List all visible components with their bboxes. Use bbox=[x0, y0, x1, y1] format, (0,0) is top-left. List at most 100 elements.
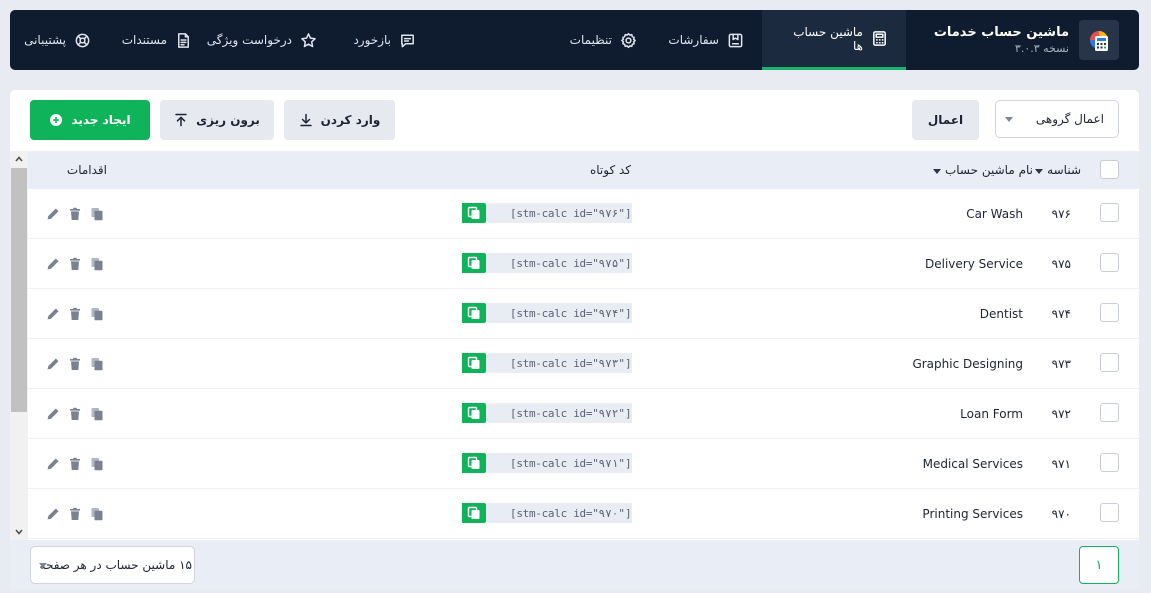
duplicate-icon[interactable] bbox=[90, 357, 104, 371]
nav-settings[interactable]: تنظیمات bbox=[552, 10, 655, 70]
nav-orders-label: سفارشات bbox=[668, 33, 719, 47]
bulk-action-select-value: اعمال گروهی bbox=[1035, 112, 1104, 126]
copy-icon bbox=[467, 256, 481, 270]
nav-support[interactable]: پشتیبانی bbox=[10, 10, 109, 70]
row-shortcode: [stm-calc id="۹۷۶"] bbox=[462, 203, 632, 223]
row-id: ۹۷۵ bbox=[1051, 257, 1071, 271]
chevron-down-icon bbox=[39, 563, 47, 568]
header-name[interactable]: نام ماشین حساب bbox=[932, 151, 1033, 189]
edit-pencil-icon[interactable] bbox=[46, 407, 60, 421]
row-actions bbox=[46, 439, 104, 489]
select-all-checkbox[interactable] bbox=[1100, 160, 1119, 179]
copy-shortcode-button[interactable] bbox=[462, 453, 486, 473]
nav-feature-request[interactable]: درخواست ویژگی bbox=[189, 10, 335, 70]
import-button[interactable]: وارد کردن bbox=[284, 100, 395, 140]
download-icon bbox=[299, 113, 313, 127]
edit-pencil-icon[interactable] bbox=[46, 507, 60, 521]
duplicate-icon[interactable] bbox=[90, 407, 104, 421]
header-id[interactable]: شناسه bbox=[1035, 151, 1081, 189]
table-scrollbar[interactable] bbox=[10, 151, 28, 540]
edit-pencil-icon[interactable] bbox=[46, 307, 60, 321]
delete-trash-icon[interactable] bbox=[68, 357, 82, 371]
per-page-select[interactable]: ۱۵ ماشین حساب در هر صفحه bbox=[30, 546, 195, 584]
copy-shortcode-button[interactable] bbox=[462, 403, 486, 423]
scroll-up-icon[interactable] bbox=[14, 154, 24, 164]
shortcode-text: [stm-calc id="۹۷۵"] bbox=[486, 253, 632, 273]
row-actions bbox=[46, 489, 104, 539]
duplicate-icon[interactable] bbox=[90, 257, 104, 271]
row-checkbox[interactable] bbox=[1100, 303, 1119, 322]
row-name[interactable]: Delivery Service bbox=[803, 239, 1023, 289]
row-shortcode: [stm-calc id="۹۷۱"] bbox=[462, 453, 632, 473]
calculator-icon bbox=[871, 30, 888, 47]
scroll-down-icon[interactable] bbox=[14, 527, 24, 537]
delete-trash-icon[interactable] bbox=[68, 207, 82, 221]
delete-trash-icon[interactable] bbox=[68, 507, 82, 521]
duplicate-icon[interactable] bbox=[90, 457, 104, 471]
row-checkbox[interactable] bbox=[1100, 453, 1119, 472]
delete-trash-icon[interactable] bbox=[68, 257, 82, 271]
duplicate-icon[interactable] bbox=[90, 207, 104, 221]
duplicate-icon[interactable] bbox=[90, 507, 104, 521]
shortcode-text: [stm-calc id="۹۷۰"] bbox=[486, 503, 632, 523]
duplicate-icon[interactable] bbox=[90, 307, 104, 321]
nav-calculators[interactable]: ماشین حساب ها bbox=[762, 10, 906, 70]
table-row: ۹۷۴ Dentist [stm-calc id="۹۷۴"] bbox=[28, 289, 1139, 339]
per-page-value: ۱۵ ماشین حساب در هر صفحه bbox=[39, 558, 192, 572]
row-checkbox[interactable] bbox=[1100, 253, 1119, 272]
nav-feedback[interactable]: بازخورد bbox=[335, 10, 434, 70]
copy-shortcode-button[interactable] bbox=[462, 503, 486, 523]
delete-trash-icon[interactable] bbox=[68, 307, 82, 321]
delete-trash-icon[interactable] bbox=[68, 457, 82, 471]
document-icon bbox=[175, 32, 192, 49]
row-shortcode: [stm-calc id="۹۷۰"] bbox=[462, 503, 632, 523]
bulk-action-select[interactable]: اعمال گروهی bbox=[995, 100, 1119, 138]
gear-icon bbox=[620, 32, 637, 49]
nav-orders[interactable]: سفارشات bbox=[650, 10, 762, 70]
top-navigation-bar: ماشین حساب خدمات نسخه ۳.۰.۳ ماشین حساب ه… bbox=[10, 10, 1139, 70]
row-shortcode: [stm-calc id="۹۷۵"] bbox=[462, 253, 632, 273]
create-new-button[interactable]: ایجاد جدید bbox=[30, 100, 150, 140]
app-title: ماشین حساب خدمات bbox=[933, 25, 1069, 40]
row-name[interactable]: Printing Services bbox=[803, 489, 1023, 539]
calculator-logo-icon bbox=[1079, 20, 1119, 60]
import-button-label: وارد کردن bbox=[320, 113, 381, 127]
row-id: ۹۷۴ bbox=[1051, 307, 1071, 321]
row-name[interactable]: Medical Services bbox=[803, 439, 1023, 489]
row-name[interactable]: Loan Form bbox=[803, 389, 1023, 439]
copy-shortcode-button[interactable] bbox=[462, 353, 486, 373]
row-name[interactable]: Dentist bbox=[803, 289, 1023, 339]
row-checkbox[interactable] bbox=[1100, 203, 1119, 222]
table-row: ۹۷۶ Car Wash [stm-calc id="۹۷۶"] bbox=[28, 189, 1139, 239]
copy-shortcode-button[interactable] bbox=[462, 203, 486, 223]
row-checkbox[interactable] bbox=[1100, 403, 1119, 422]
shortcode-text: [stm-calc id="۹۷۱"] bbox=[486, 453, 632, 473]
nav-feedback-label: بازخورد bbox=[353, 33, 391, 47]
scrollbar-thumb[interactable] bbox=[11, 168, 27, 412]
chevron-down-icon bbox=[1005, 117, 1013, 122]
row-checkbox[interactable] bbox=[1100, 503, 1119, 522]
star-icon bbox=[300, 32, 317, 49]
delete-trash-icon[interactable] bbox=[68, 407, 82, 421]
row-checkbox[interactable] bbox=[1100, 353, 1119, 372]
export-button-label: برون ریزی bbox=[196, 113, 260, 127]
edit-pencil-icon[interactable] bbox=[46, 257, 60, 271]
copy-shortcode-button[interactable] bbox=[462, 253, 486, 273]
row-name[interactable]: Car Wash bbox=[803, 189, 1023, 239]
row-id: ۹۷۲ bbox=[1051, 407, 1071, 421]
upload-icon bbox=[174, 113, 188, 127]
copy-icon bbox=[467, 306, 481, 320]
edit-pencil-icon[interactable] bbox=[46, 357, 60, 371]
nav-settings-label: تنظیمات bbox=[569, 33, 612, 47]
copy-shortcode-button[interactable] bbox=[462, 303, 486, 323]
edit-pencil-icon[interactable] bbox=[46, 207, 60, 221]
table-row: ۹۷۲ Loan Form [stm-calc id="۹۷۲"] bbox=[28, 389, 1139, 439]
edit-pencil-icon[interactable] bbox=[46, 457, 60, 471]
apply-button[interactable]: اعمال bbox=[912, 100, 979, 140]
copy-icon bbox=[467, 456, 481, 470]
nav-docs[interactable]: مستندات bbox=[104, 10, 210, 70]
row-actions bbox=[46, 189, 104, 239]
page-button-1[interactable]: ۱ bbox=[1079, 546, 1119, 584]
export-button[interactable]: برون ریزی bbox=[160, 100, 274, 140]
row-name[interactable]: Graphic Designing bbox=[803, 339, 1023, 389]
